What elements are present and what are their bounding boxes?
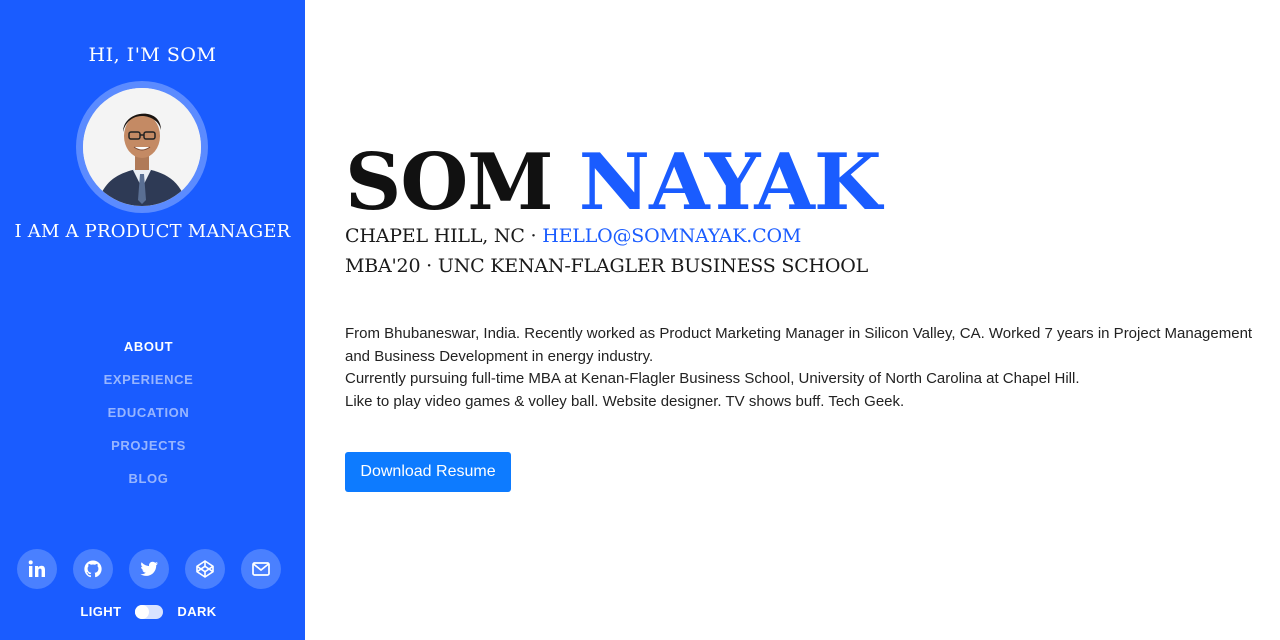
bio-paragraph: Currently pursuing full-time MBA at Kena… [345, 370, 1080, 388]
theme-dark-label: DARK [177, 604, 217, 619]
bio-paragraph: From Bhubaneswar, India. Recently worked… [345, 325, 1253, 365]
email-button[interactable] [241, 549, 281, 589]
nav-item-projects[interactable]: PROJECTS [0, 436, 297, 469]
first-name: SOM [345, 137, 554, 228]
download-resume-button[interactable]: Download Resume [345, 452, 511, 492]
nav-item-blog[interactable]: BLOG [0, 469, 297, 502]
linkedin-icon [28, 560, 45, 577]
nav-item-about[interactable]: ABOUT [0, 337, 297, 370]
github-button[interactable] [73, 549, 113, 589]
email-icon [252, 562, 270, 576]
nav-item-education[interactable]: EDUCATION [0, 403, 297, 436]
linkedin-button[interactable] [17, 549, 57, 589]
school: UNC KENAN-FLAGLER BUSINESS SCHOOL [437, 255, 869, 277]
bio-paragraph: Like to play video games & volley ball. … [345, 392, 905, 410]
degree: MBA'20 [345, 255, 421, 277]
page: HI, I'M SOM I AM A PRODUCT MANAGER ABOUT… [0, 0, 1280, 640]
twitter-icon [140, 561, 158, 576]
page-title: SOM NAYAK [345, 137, 882, 228]
codepen-button[interactable] [185, 549, 225, 589]
location: CHAPEL HILL, NC [345, 225, 525, 247]
theme-toggle: LIGHT DARK [0, 604, 297, 619]
codepen-icon [196, 560, 214, 578]
last-name: NAYAK [578, 137, 882, 228]
separator: · [524, 225, 543, 247]
twitter-button[interactable] [129, 549, 169, 589]
bio: From Bhubaneswar, India. Recently worked… [345, 323, 1255, 413]
separator: · [420, 255, 438, 277]
sidebar-nav: ABOUT EXPERIENCE EDUCATION PROJECTS BLOG [0, 337, 297, 502]
avatar [83, 88, 201, 206]
education-line: MBA'20 · UNC KENAN-FLAGLER BUSINESS SCHO… [345, 255, 868, 277]
avatar-ring [76, 81, 208, 213]
social-links [17, 549, 281, 589]
theme-light-label: LIGHT [80, 604, 122, 619]
sidebar-role: I AM A PRODUCT MANAGER [14, 221, 291, 242]
location-line: CHAPEL HILL, NC · HELLO@SOMNAYAK.COM [345, 225, 801, 247]
main-content: SOM NAYAK CHAPEL HILL, NC · HELLO@SOMNAY… [345, 0, 1255, 640]
theme-switch[interactable] [135, 604, 164, 619]
sidebar-greeting: HI, I'M SOM [88, 44, 217, 66]
github-icon [84, 560, 102, 578]
nav-item-experience[interactable]: EXPERIENCE [0, 370, 297, 403]
sidebar: HI, I'M SOM I AM A PRODUCT MANAGER ABOUT… [0, 0, 305, 640]
email-link[interactable]: HELLO@SOMNAYAK.COM [542, 225, 801, 247]
